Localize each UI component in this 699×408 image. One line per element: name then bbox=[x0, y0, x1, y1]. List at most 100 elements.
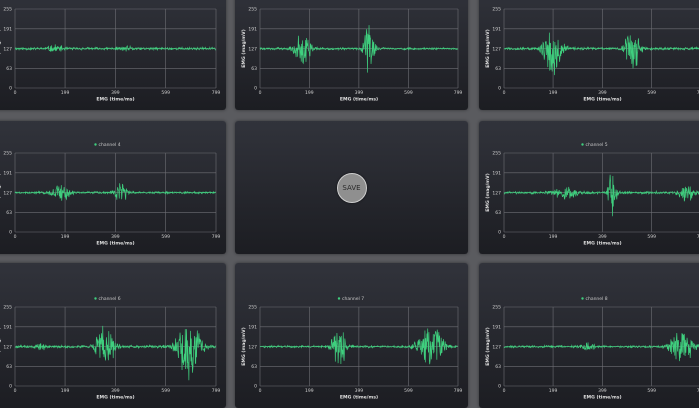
y-tick-label: 255 bbox=[492, 7, 501, 13]
x-tick-label: 399 bbox=[355, 388, 364, 394]
y-axis-title: EMG (mag/mV) bbox=[241, 29, 247, 67]
y-tick-label: 127 bbox=[3, 46, 12, 52]
x-tick-label: 199 bbox=[549, 90, 558, 96]
x-tick-label: 399 bbox=[111, 90, 120, 96]
x-tick-label: 0 bbox=[259, 388, 262, 394]
chart-panel-5: channel 50631271912550199399599799EMG (t… bbox=[479, 121, 699, 254]
y-tick-label: 127 bbox=[248, 46, 257, 52]
x-tick-label: 199 bbox=[549, 388, 558, 394]
y-tick-label: 255 bbox=[248, 7, 257, 13]
y-tick-label: 255 bbox=[492, 305, 501, 311]
x-tick-label: 599 bbox=[647, 388, 656, 394]
y-tick-label: 255 bbox=[3, 151, 12, 157]
chart-panel-7: channel 7 0 63 127 191 255 0 199 399 599 799 EMG (t… bbox=[235, 263, 468, 408]
x-axis-title: EMG (time/ms) bbox=[340, 97, 378, 103]
x-tick-label: 599 bbox=[404, 388, 413, 394]
chart-panel-3: 0631271912550199399599799EMG (time/ms)EM… bbox=[479, 0, 699, 110]
x-tick-label: 0 bbox=[14, 234, 17, 240]
save-button[interactable]: SAVE bbox=[336, 172, 367, 203]
y-tick-label: 0 bbox=[498, 230, 501, 236]
x-tick-label: 399 bbox=[598, 234, 607, 240]
y-axis-title: EMG (mag/mV) bbox=[241, 327, 247, 365]
x-tick-label: 0 bbox=[503, 234, 506, 240]
emg-signal-line bbox=[503, 174, 699, 217]
y-tick-label: 0 bbox=[9, 230, 12, 236]
y-tick-label: 63 bbox=[495, 66, 501, 72]
y-tick-label: 191 bbox=[3, 26, 12, 32]
y-tick-label: 127 bbox=[492, 344, 501, 350]
x-tick-label: 399 bbox=[598, 388, 607, 394]
emg-chart: channel 80631271912550199399599799EMG (t… bbox=[485, 296, 699, 401]
x-tick-label: 199 bbox=[61, 388, 70, 394]
x-tick-label: 199 bbox=[549, 234, 558, 240]
y-tick-label: 255 bbox=[492, 151, 501, 157]
x-tick-label: 599 bbox=[647, 90, 656, 96]
chart-title: channel 6 bbox=[99, 296, 121, 302]
x-tick-label: 599 bbox=[161, 388, 170, 394]
y-tick-label: 0 bbox=[254, 86, 257, 92]
y-tick-label: 127 bbox=[492, 46, 501, 52]
x-tick-label: 599 bbox=[647, 234, 656, 240]
y-axis-title: EMG (mag/mV) bbox=[0, 327, 2, 365]
x-tick-label: 799 bbox=[454, 90, 463, 96]
y-tick-label: 63 bbox=[495, 364, 501, 370]
x-tick-label: 0 bbox=[14, 388, 17, 394]
y-tick-label: 63 bbox=[251, 364, 257, 370]
x-tick-label: 599 bbox=[161, 234, 170, 240]
legend-marker bbox=[581, 297, 584, 300]
y-axis-title: EMG (mag/mV) bbox=[485, 29, 491, 67]
y-tick-label: 0 bbox=[254, 384, 257, 390]
chart-panel-4: channel 4 0 63 127 191 255 0 199 399 599 799 EMG (t… bbox=[0, 121, 226, 254]
legend-marker bbox=[337, 297, 341, 300]
chart-panel-2: 0 63 127 191 255 0 199 399 599 799 EMG (time/ms) EM… bbox=[235, 0, 468, 110]
y-axis-title: EMG (mag/mV) bbox=[0, 29, 2, 67]
x-tick-label: 0 bbox=[503, 388, 506, 394]
y-axis-title: EMG (mag/mV) bbox=[485, 173, 491, 211]
emg-chart: channel 4 0 63 127 191 255 0 199 399 599 799 EMG (t… bbox=[0, 142, 221, 247]
x-tick-label: 199 bbox=[305, 90, 314, 96]
emg-chart: channel 60631271912550 199 399 599 799EMG (t… bbox=[0, 296, 221, 401]
y-tick-label: 191 bbox=[248, 26, 257, 32]
save-panel: SAVE bbox=[235, 121, 468, 254]
y-tick-label: 191 bbox=[3, 324, 12, 330]
y-tick-label: 191 bbox=[492, 26, 501, 32]
y-tick-label: 0 bbox=[498, 86, 501, 92]
chart-title: channel 4 bbox=[99, 142, 121, 148]
legend-marker bbox=[581, 143, 584, 146]
y-axis-title: EMG (mag/mV) bbox=[485, 327, 491, 365]
y-tick-label: 63 bbox=[251, 66, 257, 72]
x-tick-label: 599 bbox=[161, 90, 170, 96]
chart-title: channel 5 bbox=[586, 142, 608, 148]
x-tick-label: 399 bbox=[598, 90, 607, 96]
x-tick-label: 799 bbox=[212, 234, 221, 240]
x-tick-label: 399 bbox=[111, 234, 120, 240]
x-tick-label: 799 bbox=[212, 90, 221, 96]
x-axis-title: EMG (time/ms) bbox=[96, 241, 134, 247]
x-tick-label: 799 bbox=[212, 388, 221, 394]
emg-signal-line bbox=[503, 332, 699, 362]
legend-marker bbox=[94, 297, 97, 300]
x-axis-title: EMG (time/ms) bbox=[96, 97, 134, 103]
y-tick-label: 191 bbox=[492, 170, 501, 176]
y-tick-label: 255 bbox=[3, 7, 12, 13]
y-tick-label: 127 bbox=[248, 344, 257, 350]
chart-title: channel 8 bbox=[586, 296, 608, 302]
x-tick-label: 599 bbox=[404, 90, 413, 96]
legend-marker bbox=[94, 143, 97, 146]
x-axis-title: EMG (time/ms) bbox=[583, 97, 621, 103]
chart-title: channel 7 bbox=[342, 296, 364, 302]
y-tick-label: 191 bbox=[3, 170, 12, 176]
y-tick-label: 191 bbox=[248, 324, 257, 330]
y-tick-label: 191 bbox=[492, 324, 501, 330]
y-tick-label: 255 bbox=[248, 305, 257, 311]
emg-chart: channel 50631271912550199399599799EMG (t… bbox=[485, 142, 699, 247]
x-tick-label: 799 bbox=[454, 388, 463, 394]
chart-panel-8: channel 80631271912550199399599799EMG (t… bbox=[479, 263, 699, 408]
y-tick-label: 0 bbox=[9, 384, 12, 390]
y-tick-label: 127 bbox=[492, 190, 501, 196]
x-tick-label: 0 bbox=[503, 90, 506, 96]
y-tick-label: 63 bbox=[495, 210, 501, 216]
y-tick-label: 0 bbox=[9, 86, 12, 92]
emg-chart: 0631271912550199399599799EMG (time/ms)EM… bbox=[485, 7, 699, 103]
y-tick-label: 0 bbox=[498, 384, 501, 390]
